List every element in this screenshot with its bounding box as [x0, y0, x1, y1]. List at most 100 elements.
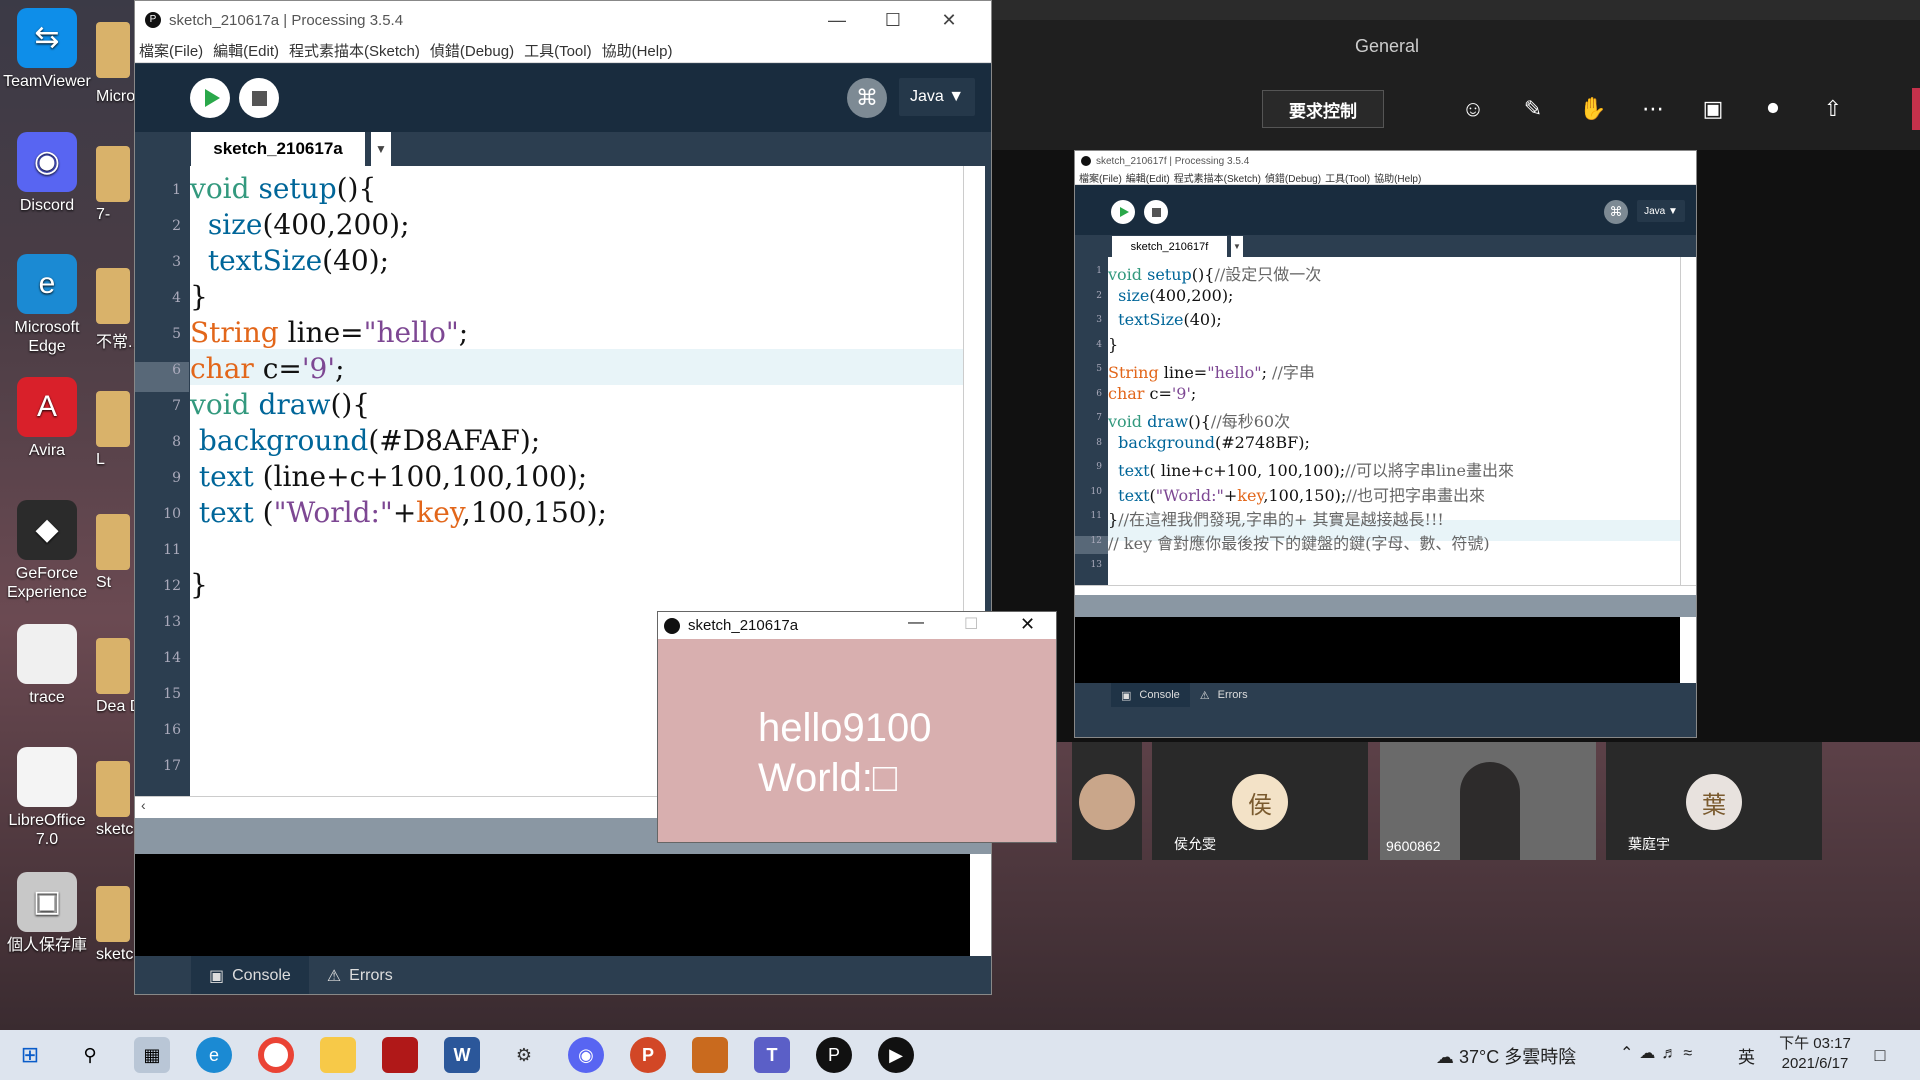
tab-console[interactable]: ▣ Console	[191, 956, 309, 994]
edge-icon[interactable]: e	[196, 1037, 232, 1073]
tab-errors[interactable]: ⚠ Errors	[309, 956, 411, 994]
share-screen-icon[interactable]: ⇧	[1812, 88, 1854, 130]
file-explorer-icon[interactable]	[320, 1037, 356, 1073]
desktop-icon[interactable]: ▣ 個人保存庫	[2, 872, 92, 955]
processing-icon[interactable]: P	[816, 1037, 852, 1073]
menu-item[interactable]: 程式素描本(Sketch)	[1174, 170, 1261, 185]
desktop-icon-label: trace	[29, 689, 65, 706]
tray-icons[interactable]: ⌃☁♬≈	[1620, 1043, 1698, 1063]
desktop-icon[interactable]: sketc	[96, 886, 136, 964]
desktop-icon[interactable]: 7-	[96, 146, 136, 224]
horizontal-scrollbar[interactable]	[1075, 585, 1696, 595]
request-control-button[interactable]: 要求控制	[1262, 90, 1384, 128]
tab-sketch[interactable]: sketch_210617a	[191, 132, 365, 166]
weather-widget[interactable]: ☁ 37°C 多雲時陰	[1436, 1043, 1576, 1069]
tab-menu-arrow[interactable]: ▼	[1231, 236, 1243, 257]
mode-selector[interactable]: Java ▼	[1637, 200, 1685, 222]
desktop-icon[interactable]: A Avira	[2, 377, 92, 460]
desktop-icon[interactable]: 不常...	[96, 268, 136, 352]
chrome-icon[interactable]	[258, 1037, 294, 1073]
menu-item[interactable]: 編輯(Edit)	[213, 40, 279, 61]
desktop-icon-label: 個人保存庫	[6, 937, 87, 954]
debugger-icon[interactable]: ⌘	[847, 78, 887, 118]
line-number: 11	[1090, 511, 1102, 521]
close-button[interactable]: ✕	[921, 1, 977, 39]
powerpoint-icon[interactable]: P	[630, 1037, 666, 1073]
vertical-scrollbar[interactable]	[1680, 257, 1696, 585]
desktop-icon[interactable]: LibreOffice 7.0	[2, 747, 92, 849]
teams-icon[interactable]: T	[754, 1037, 790, 1073]
participant-name: 葉庭宇	[1628, 836, 1670, 852]
leave-button[interactable]	[1912, 88, 1920, 130]
start-icon[interactable]: ⊞	[12, 1037, 48, 1073]
participants-icon[interactable]: ☺	[1452, 88, 1494, 130]
console-icon: ▣	[1121, 689, 1132, 702]
tab-errors[interactable]: ⚠ Errors	[1190, 683, 1258, 707]
menu-item[interactable]: 偵錯(Debug)	[1265, 170, 1321, 185]
line-number: 9	[172, 470, 181, 486]
minimize-button[interactable]: —	[809, 1, 865, 39]
toolbar: ⌘ Java ▼	[135, 64, 991, 132]
menu-item[interactable]: 協助(Help)	[1374, 170, 1421, 185]
menu-item[interactable]: 編輯(Edit)	[1126, 170, 1170, 185]
raise-hand-icon[interactable]: ✋	[1572, 88, 1614, 130]
run-button[interactable]	[1111, 200, 1135, 224]
minimize-button[interactable]: —	[908, 614, 924, 632]
search-icon[interactable]: ⚲	[72, 1037, 108, 1073]
run-button[interactable]	[190, 78, 230, 118]
desktop-icon[interactable]: e Microsoft Edge	[2, 254, 92, 356]
tab-sketch[interactable]: sketch_210617f	[1112, 236, 1227, 257]
chat-icon[interactable]: ✎	[1512, 88, 1554, 130]
desktop-icon[interactable]: ◉ Discord	[2, 132, 92, 215]
menu-item[interactable]: 程式素描本(Sketch)	[289, 40, 420, 61]
desktop-icon[interactable]: Dea Day	[96, 638, 136, 716]
desktop-icon[interactable]: sketc	[96, 761, 136, 839]
line-number: 11	[163, 542, 181, 558]
clock[interactable]: 下午 03:17 2021/6/17	[1770, 1034, 1860, 1074]
app-icon[interactable]	[692, 1037, 728, 1073]
mic-off-icon[interactable]: ⚫	[1752, 88, 1794, 130]
desktop-icon[interactable]: ⇆ TeamViewer	[2, 8, 92, 91]
close-button[interactable]: ✕	[1020, 614, 1035, 635]
tab-console[interactable]: ▣ Console	[1111, 683, 1190, 707]
settings-icon[interactable]: ⚙	[506, 1037, 542, 1073]
menu-item[interactable]: 協助(Help)	[602, 40, 673, 61]
ime-indicator[interactable]: 英	[1738, 1043, 1755, 1068]
more-options-icon[interactable]: ⋯	[1632, 88, 1674, 130]
sketch-run-icon[interactable]: ▶	[878, 1037, 914, 1073]
menu-item[interactable]: 檔案(File)	[1079, 170, 1122, 185]
menu-item[interactable]: 工具(Tool)	[524, 40, 592, 61]
participant-tile: 侯 侯允雯	[1152, 742, 1368, 860]
console-scrollbar[interactable]	[1680, 617, 1696, 683]
desktop-icon[interactable]: L	[96, 391, 136, 469]
line-number: 2	[172, 218, 181, 234]
code-editor[interactable]: void setup(){//設定只做一次 size(400,200); tex…	[1108, 257, 1680, 585]
stop-button[interactable]	[239, 78, 279, 118]
maximize-button[interactable]: ☐	[964, 614, 978, 634]
maximize-button[interactable]: ☐	[865, 1, 921, 39]
mode-selector[interactable]: Java ▼	[899, 78, 975, 116]
teams-topstrip	[992, 0, 1920, 20]
menu-item[interactable]: 偵錯(Debug)	[430, 40, 514, 61]
person-silhouette	[1460, 762, 1520, 860]
debugger-icon[interactable]: ⌘	[1604, 200, 1628, 224]
word-icon[interactable]: W	[444, 1037, 480, 1073]
participant-name: 9600862	[1386, 838, 1441, 854]
camera-off-icon[interactable]: ▣	[1692, 88, 1734, 130]
desktop-icon-label: Micro 援及...	[96, 88, 136, 105]
desktop-icon[interactable]: Micro 援及...	[96, 22, 136, 106]
menu-item[interactable]: 檔案(File)	[139, 40, 203, 61]
stop-button[interactable]	[1144, 200, 1168, 224]
game-icon[interactable]	[382, 1037, 418, 1073]
console-scrollbar[interactable]	[970, 854, 991, 956]
desktop-icon[interactable]: St	[96, 514, 136, 592]
processing-logo-icon	[1081, 156, 1091, 166]
tab-menu-arrow[interactable]: ▼	[371, 132, 391, 166]
desktop-icon[interactable]: ◆ GeForce Experience	[2, 500, 92, 602]
discord-icon[interactable]: ◉	[568, 1037, 604, 1073]
desktop-icon[interactable]: trace	[2, 624, 92, 707]
menu-item[interactable]: 工具(Tool)	[1325, 170, 1370, 185]
notifications-icon[interactable]: □	[1862, 1037, 1898, 1073]
task-view-icon[interactable]: ▦	[134, 1037, 170, 1073]
line-number: 13	[1090, 560, 1102, 570]
